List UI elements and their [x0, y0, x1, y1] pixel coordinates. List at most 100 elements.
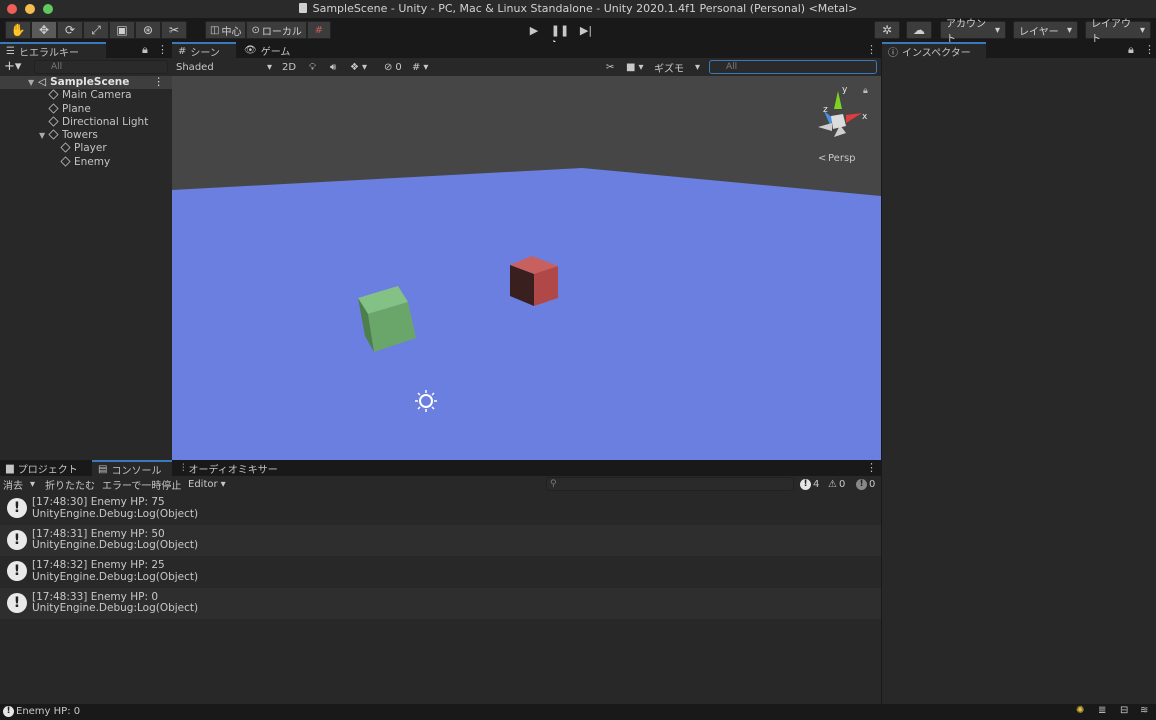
- auto-generate-lighting-icon[interactable]: ✺: [1076, 705, 1084, 716]
- panel-menu-icon[interactable]: ⋮: [866, 461, 877, 474]
- tab-inspector[interactable]: ⓘ インスペクター: [882, 42, 986, 59]
- document-icon: [298, 3, 307, 13]
- hand-tool-button[interactable]: ✋: [5, 21, 31, 39]
- scene-viewport[interactable]: y x z 🔒︎ < Persp: [172, 76, 881, 460]
- hierarchy-search-row: +▾ All: [0, 58, 172, 76]
- layout-dropdown[interactable]: レイアウト ▾: [1085, 19, 1151, 45]
- console-icon: ▤: [98, 463, 108, 475]
- pause-button[interactable]: ❚❚: [547, 21, 573, 39]
- rotate-icon: ⟳: [64, 23, 76, 37]
- dropdown-arrow-icon: ▾: [1066, 24, 1072, 36]
- persp-label-group[interactable]: < Persp: [818, 153, 856, 164]
- hierarchy-item-towers[interactable]: ▼ Towers: [0, 129, 172, 142]
- tab-scene[interactable]: # シーン: [172, 42, 236, 59]
- rotate-tool-button[interactable]: ⟳: [57, 21, 83, 39]
- pivot-controls: ◫ 中心 ⊙ ローカル #: [205, 21, 331, 39]
- log-entry[interactable]: ! [17:48:31] Enemy HP: 50 UnityEngine.Deb…: [0, 524, 881, 556]
- lock-icon[interactable]: 🔒︎: [1128, 43, 1134, 57]
- hierarchy-item-enemy[interactable]: Enemy: [0, 156, 172, 169]
- main-toolbar: ✋ ✥ ⟳ ⤢ ▣ ⊛ ✂ ◫ 中心 ⊙ ローカル # ▶ ❚❚ ▶| ✲ ☁ アカ…: [0, 18, 1156, 56]
- hierarchy-item-plane[interactable]: Plane: [0, 103, 172, 116]
- scene-menu-icon[interactable]: ⋮: [154, 76, 165, 89]
- lighting-toggle[interactable]: 💡︎: [309, 60, 316, 74]
- dropdown-arrow-icon: ▾: [638, 61, 644, 73]
- pivot-mode-button[interactable]: ◫ 中心: [205, 21, 247, 39]
- camera-dropdown[interactable]: ■ ▾: [626, 60, 643, 74]
- cache-server-icon[interactable]: ≣: [1098, 705, 1106, 716]
- hierarchy-item-directional-light[interactable]: Directional Light: [0, 116, 172, 129]
- error-filter-toggle[interactable]: ! 0: [856, 477, 875, 491]
- log-entry[interactable]: ! [17:48:33] Enemy HP: 0 UnityEngine.Debu…: [0, 587, 881, 619]
- hierarchy-tab-label: ヒエラルキー: [18, 47, 79, 59]
- plane-object[interactable]: [172, 168, 881, 460]
- panel-menu-icon[interactable]: ⋮: [157, 43, 168, 56]
- info-message-icon: !: [7, 592, 27, 613]
- grid-snap-button[interactable]: #: [306, 21, 331, 39]
- editor-dropdown[interactable]: Editor ▾: [188, 477, 226, 491]
- info-filter-toggle[interactable]: ! 4: [800, 477, 819, 491]
- gizmos-dropdown[interactable]: ギズモ ▾: [654, 60, 700, 75]
- cloud-button[interactable]: ☁: [906, 21, 932, 39]
- gizmos-label: ギズモ: [654, 63, 684, 75]
- panel-menu-icon[interactable]: ⋮: [1144, 43, 1155, 56]
- effects-dropdown[interactable]: ❖ ▾: [350, 60, 367, 74]
- tab-game[interactable]: 👁︎ ゲーム: [238, 42, 298, 58]
- info-icon: ⓘ: [888, 47, 898, 59]
- hierarchy-item-label: Enemy: [74, 155, 111, 168]
- shading-mode-dropdown[interactable]: Shaded ▾: [176, 60, 272, 74]
- progress-icon[interactable]: ⊟: [1120, 705, 1128, 716]
- hierarchy-item-player[interactable]: Player: [0, 142, 172, 155]
- account-dropdown[interactable]: アカウント ▾: [940, 19, 1006, 45]
- scene-tab-label: シーン: [190, 47, 220, 59]
- dropdown-arrow-icon: ▾: [30, 478, 36, 490]
- collab-button[interactable]: ✲: [874, 21, 900, 39]
- status-message[interactable]: Enemy HP: 0: [16, 706, 80, 717]
- rect-tool-button[interactable]: ▣: [109, 21, 135, 39]
- gameobject-icon: [60, 156, 71, 167]
- tab-project[interactable]: ▆ プロジェクト: [0, 460, 88, 476]
- panel-menu-icon[interactable]: ⋮: [866, 43, 877, 56]
- scene-search-input[interactable]: All: [709, 60, 877, 74]
- scale-tool-button[interactable]: ⤢: [83, 21, 109, 39]
- tab-console[interactable]: ▤ コンソール: [92, 460, 172, 477]
- layers-dropdown[interactable]: レイヤー ▾: [1013, 21, 1078, 39]
- hierarchy-search-placeholder: All: [51, 62, 63, 72]
- create-button[interactable]: +▾: [4, 59, 21, 74]
- step-button[interactable]: ▶|: [573, 21, 599, 39]
- warning-icon: ⚠: [828, 478, 837, 490]
- tools-toggle[interactable]: ✂: [606, 60, 614, 74]
- hierarchy-item-main-camera[interactable]: Main Camera: [0, 89, 172, 102]
- hierarchy-search-input[interactable]: All: [34, 60, 168, 74]
- error-pause-toggle[interactable]: エラーで一時停止: [102, 477, 181, 492]
- tab-hierarchy[interactable]: ☰ ヒエラルキー: [0, 42, 106, 59]
- pivot-space-button[interactable]: ⊙ ローカル: [246, 21, 307, 39]
- hierarchy-item-label: Player: [74, 142, 107, 155]
- hierarchy-item-label: Towers: [62, 129, 98, 142]
- window-title: SampleScene - Unity - PC, Mac & Linux St…: [0, 2, 1156, 15]
- move-icon: ✥: [38, 23, 50, 37]
- audio-toggle[interactable]: 🔊︎: [330, 60, 336, 74]
- grid-dropdown[interactable]: # ▾: [412, 60, 428, 74]
- collapse-toggle[interactable]: 折りたたむ: [45, 477, 95, 492]
- move-tool-button[interactable]: ✥: [31, 21, 57, 39]
- gizmo-lock-icon[interactable]: 🔒︎: [863, 86, 868, 96]
- scene-visibility-toggle[interactable]: ⊘ 0: [384, 60, 402, 74]
- log-entry[interactable]: ! [17:48:30] Enemy HP: 75 UnityEngine.Deb…: [0, 493, 881, 525]
- tab-audio-mixer[interactable]: ⫶ オーディオミキサー: [176, 460, 294, 476]
- lock-icon[interactable]: 🔒︎: [142, 43, 148, 57]
- warning-filter-toggle[interactable]: ⚠ 0: [828, 477, 845, 491]
- collab-status-icon[interactable]: ≋: [1140, 705, 1148, 716]
- bottom-tabbar: ▆ プロジェクト ▤ コンソール ⫶ オーディオミキサー ⋮: [0, 460, 881, 477]
- mode-2d-toggle[interactable]: 2D: [282, 60, 296, 74]
- console-search-input[interactable]: ⚲: [546, 477, 794, 491]
- inspector-panel: ⓘ インスペクター 🔒︎ ⋮: [881, 42, 1156, 704]
- custom-tool-button[interactable]: ✂: [161, 21, 187, 39]
- transform-tool-button[interactable]: ⊛: [135, 21, 161, 39]
- clear-button[interactable]: 消去 ▾: [3, 477, 36, 492]
- enemy-cube[interactable]: [510, 256, 558, 306]
- log-entry[interactable]: ! [17:48:32] Enemy HP: 25 UnityEngine.Deb…: [0, 556, 881, 588]
- scene-root-item[interactable]: ▼ ◁ SampleScene ⋮: [0, 76, 172, 90]
- fold-arrow-icon[interactable]: ▼: [28, 76, 38, 89]
- fold-arrow-icon[interactable]: ▼: [39, 129, 49, 142]
- play-button[interactable]: ▶: [521, 21, 547, 39]
